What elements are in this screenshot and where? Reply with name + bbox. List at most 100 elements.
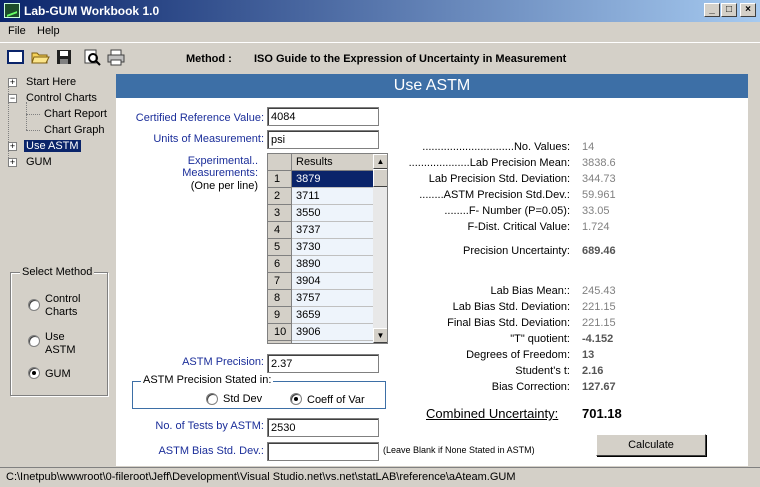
measurements-grid[interactable]: Results 1 3879 2 3711 3 3550 4 3737 5 3730 6 3890 7 3… <box>267 153 388 344</box>
grid-scrollbar[interactable]: ▲ ▼ <box>373 154 387 343</box>
stat-value: 245.43 <box>582 285 616 297</box>
app-icon <box>4 3 20 18</box>
use-astm-panel: Use ASTM Certified Reference Value: Unit… <box>116 74 748 466</box>
table-row[interactable]: 1 3879 <box>268 171 373 188</box>
scroll-thumb[interactable] <box>373 169 387 187</box>
row-number: 11 <box>268 341 292 343</box>
radio-gum-label[interactable]: GUM <box>45 368 71 380</box>
toolbar: Method : ISO Guide to the Expression of … <box>0 42 760 72</box>
table-row[interactable]: 2 3711 <box>268 188 373 205</box>
table-row[interactable]: 114054 <box>268 341 373 343</box>
stat-value: 221.15 <box>582 301 616 313</box>
stat-value: 2.16 <box>582 365 604 377</box>
radio-coeff-var[interactable] <box>290 393 302 405</box>
result-cell[interactable]: 3737 <box>292 222 373 239</box>
stat-label: ........F- Number (P=0.05): <box>444 205 570 217</box>
select-method-title: Select Method <box>20 266 95 278</box>
stat-label: ....................Lab Precision Mean: <box>408 157 570 169</box>
row-number: 3 <box>268 205 292 222</box>
grid-header: Results <box>292 154 373 171</box>
calculate-button[interactable]: Calculate <box>596 434 706 456</box>
radio-control-charts-label[interactable]: Control Charts <box>45 293 80 319</box>
result-cell[interactable]: 3757 <box>292 290 373 307</box>
radio-std-dev-label[interactable]: Std Dev <box>223 393 262 405</box>
scroll-down-icon[interactable]: ▼ <box>373 328 387 343</box>
scroll-up-icon[interactable]: ▲ <box>373 154 387 169</box>
precision-stated-title: ASTM Precision Stated in: <box>141 374 274 386</box>
stat-label: Precision Uncertainty: <box>463 245 570 257</box>
method-label: Method : <box>186 53 232 65</box>
minimize-button[interactable]: _ <box>704 3 720 17</box>
radio-std-dev[interactable] <box>206 393 218 405</box>
row-number: 4 <box>268 222 292 239</box>
bias-sd-input[interactable] <box>267 442 379 461</box>
window-title: Lab-GUM Workbook 1.0 <box>24 4 160 18</box>
print-icon[interactable] <box>106 47 126 67</box>
result-cell[interactable]: 4054 <box>292 341 373 343</box>
table-row[interactable]: 10 3906 <box>268 324 373 341</box>
print-preview-icon[interactable] <box>82 47 102 67</box>
result-cell[interactable]: 3659 <box>292 307 373 324</box>
stat-value: 33.05 <box>582 205 610 217</box>
collapse-icon[interactable]: − <box>8 94 17 103</box>
astm-precision-label: ASTM Precision: <box>182 356 264 368</box>
tests-label: No. of Tests by ASTM: <box>155 420 264 432</box>
bias-sd-label: ASTM Bias Std. Dev.: <box>158 445 264 457</box>
row-number: 9 <box>268 307 292 324</box>
radio-control-charts[interactable] <box>28 299 40 311</box>
row-number: 6 <box>268 256 292 273</box>
select-method-group: Select Method Control Charts Use ASTM GU… <box>10 266 108 396</box>
radio-use-astm-label[interactable]: Use ASTM <box>45 331 76 357</box>
result-cell[interactable]: 3890 <box>292 256 373 273</box>
tests-input[interactable] <box>267 418 379 437</box>
stat-label: Lab Precision Std. Deviation: <box>428 173 570 185</box>
expand-icon[interactable]: + <box>8 78 17 87</box>
stat-label: Lab Bias Mean:: <box>490 285 571 297</box>
result-cell[interactable]: 3879 <box>292 171 373 188</box>
stat-label: Student's t: <box>515 365 570 377</box>
row-number: 8 <box>268 290 292 307</box>
result-cell[interactable]: 3906 <box>292 324 373 341</box>
menu-help[interactable]: Help <box>37 25 60 37</box>
stat-label: Degrees of Freedom: <box>466 349 570 361</box>
result-cell[interactable]: 3550 <box>292 205 373 222</box>
stat-value: 1.724 <box>582 221 610 233</box>
row-number: 7 <box>268 273 292 290</box>
table-row[interactable]: 4 3737 <box>268 222 373 239</box>
menu-file[interactable]: File <box>8 25 26 37</box>
row-number: 2 <box>268 188 292 205</box>
radio-gum[interactable] <box>28 367 40 379</box>
expand-icon[interactable]: + <box>8 142 17 151</box>
save-icon[interactable] <box>54 47 74 67</box>
table-row[interactable]: 7 3904 <box>268 273 373 290</box>
method-value: ISO Guide to the Expression of Uncertain… <box>254 53 567 65</box>
table-row[interactable]: 9 3659 <box>268 307 373 324</box>
stat-label: "T" quotient: <box>510 333 570 345</box>
result-cell[interactable]: 3711 <box>292 188 373 205</box>
table-row[interactable]: 8 3757 <box>268 290 373 307</box>
result-cell[interactable]: 3730 <box>292 239 373 256</box>
stat-value: 344.73 <box>582 173 616 185</box>
stat-label: ........ASTM Precision Std.Dev.: <box>419 189 570 201</box>
stat-label: ..............................No. Values… <box>422 141 570 153</box>
stat-label: Lab Bias Std. Deviation: <box>452 301 570 313</box>
crv-label: Certified Reference Value: <box>135 112 264 124</box>
exp-label-2: Measurements: <box>182 167 258 179</box>
astm-precision-input[interactable] <box>267 354 379 373</box>
result-cell[interactable]: 3904 <box>292 273 373 290</box>
row-number: 5 <box>268 239 292 256</box>
radio-use-astm[interactable] <box>28 335 40 347</box>
crv-input[interactable] <box>267 107 379 126</box>
radio-coeff-var-label[interactable]: Coeff of Var <box>307 394 365 406</box>
new-file-icon[interactable] <box>6 47 26 67</box>
maximize-button[interactable]: □ <box>721 3 737 17</box>
row-number: 10 <box>268 324 292 341</box>
table-row[interactable]: 5 3730 <box>268 239 373 256</box>
table-row[interactable]: 6 3890 <box>268 256 373 273</box>
open-folder-icon[interactable] <box>30 47 50 67</box>
panel-header: Use ASTM <box>116 74 748 98</box>
units-input[interactable] <box>267 130 379 149</box>
close-button[interactable]: × <box>740 3 756 17</box>
table-row[interactable]: 3 3550 <box>268 205 373 222</box>
expand-icon[interactable]: + <box>8 158 17 167</box>
